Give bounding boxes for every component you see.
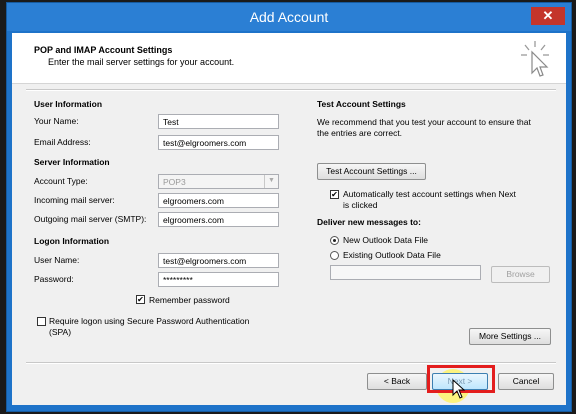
logon-information-heading: Logon Information [34,236,110,246]
header-title: POP and IMAP Account Settings [34,45,173,55]
outgoing-server-input[interactable]: elgroomers.com [158,212,279,227]
incoming-server-label: Incoming mail server: [34,195,115,205]
account-type-label: Account Type: [34,176,88,186]
spa-checkbox[interactable] [37,317,46,326]
new-data-file-label: New Outlook Data File [343,235,429,245]
auto-test-label: Automatically test account settings when… [343,189,516,199]
mouse-pointer-icon [452,379,466,399]
cancel-button[interactable]: Cancel [498,373,554,390]
test-description-continued: the entries are correct. [317,128,403,138]
incoming-server-input[interactable]: elgroomers.com [158,193,279,208]
email-address-label: Email Address: [34,137,91,147]
back-button[interactable]: < Back [367,373,427,390]
your-name-input[interactable]: Test [158,114,279,129]
chevron-down-icon: ▼ [264,175,278,188]
user-name-input[interactable]: test@elgroomers.com [158,253,279,268]
window-title: Add Account [249,9,329,25]
dialog-header: POP and IMAP Account Settings Enter the … [12,33,566,84]
title-bar[interactable]: Add Account ✕ [7,3,571,31]
cursor-click-icon [521,41,549,77]
test-account-settings-heading: Test Account Settings [317,99,406,109]
remember-password-checkbox[interactable]: ✔ [136,295,145,304]
remember-password-label: Remember password [149,295,230,305]
auto-test-checkbox[interactable]: ✔ [330,190,339,199]
outgoing-server-label: Outgoing mail server (SMTP): [34,214,147,224]
your-name-label: Your Name: [34,116,79,126]
add-account-window: Add Account ✕ POP and IMAP Account Setti… [6,2,572,412]
new-data-file-radio[interactable] [330,236,339,245]
close-button[interactable]: ✕ [531,7,565,25]
test-description: We recommend that you test your account … [317,117,531,127]
user-name-label: User Name: [34,255,80,265]
user-information-heading: User Information [34,99,103,109]
auto-test-label-continued: is clicked [343,200,378,210]
email-address-input[interactable]: test@elgroomers.com [158,135,279,150]
dialog-body: POP and IMAP Account Settings Enter the … [12,33,566,405]
browse-button: Browse [491,266,550,283]
separator-bottom [26,362,556,364]
spa-label-continued: (SPA) [49,327,72,337]
existing-data-file-radio[interactable] [330,251,339,260]
separator-top [26,89,556,91]
server-information-heading: Server Information [34,157,110,167]
password-label: Password: [34,274,74,284]
header-subtitle: Enter the mail server settings for your … [48,57,235,67]
more-settings-button[interactable]: More Settings ... [469,328,551,345]
account-type-select: POP3 ▼ [158,174,279,189]
existing-data-file-label: Existing Outlook Data File [343,250,441,260]
deliver-heading: Deliver new messages to: [317,217,421,227]
password-input[interactable]: ********* [158,272,279,287]
existing-data-file-path [330,265,481,280]
test-account-settings-button[interactable]: Test Account Settings ... [317,163,426,180]
spa-label: Require logon using Secure Password Auth… [49,316,250,326]
account-type-value: POP3 [163,177,186,187]
